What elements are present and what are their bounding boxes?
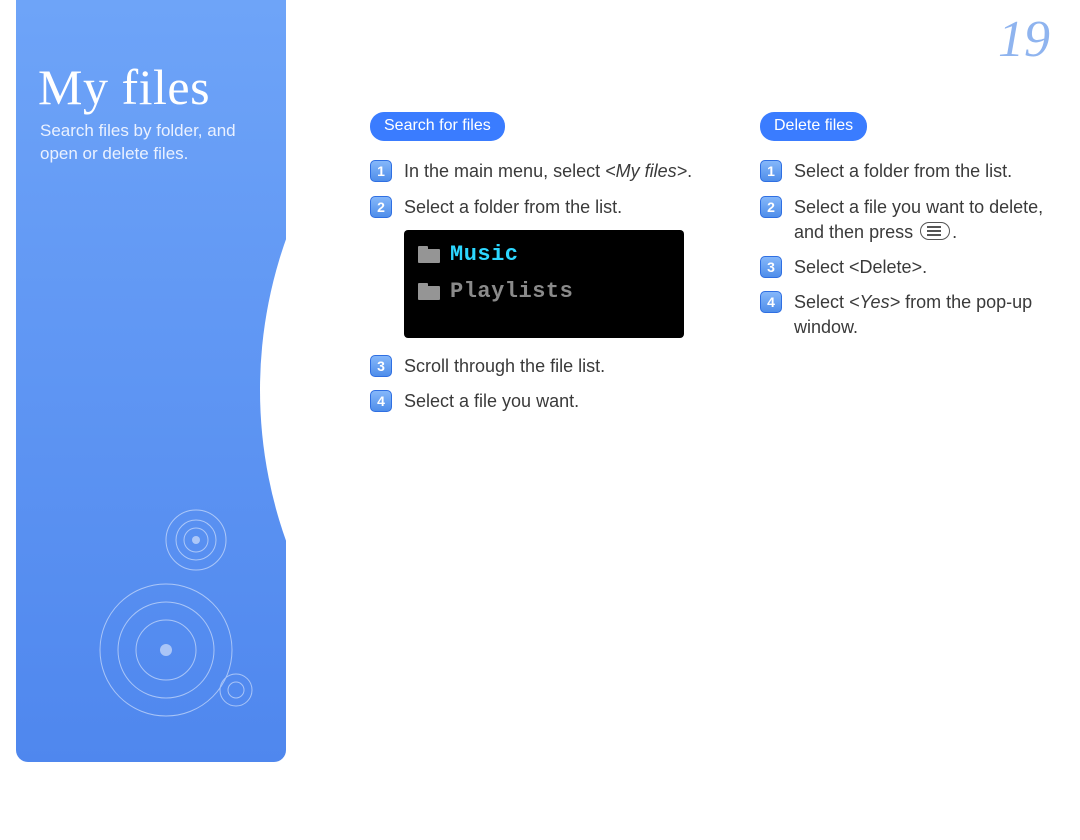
step-text: Select a file you want to delete, and th… xyxy=(794,197,1043,242)
step-number-icon: 4 xyxy=(760,291,782,313)
steps-list-search: 1 In the main menu, select <My files>. 2… xyxy=(370,159,730,219)
step-item: 2 Select a file you want to delete, and … xyxy=(760,195,1060,245)
folder-icon xyxy=(418,247,440,263)
step-item: 2 Select a folder from the list. xyxy=(370,195,730,220)
step-number-icon: 2 xyxy=(760,196,782,218)
step-text: Select a folder from the list. xyxy=(404,197,622,217)
device-list-item: Music xyxy=(418,240,670,271)
device-item-label: Playlists xyxy=(450,277,573,308)
step-number-icon: 1 xyxy=(370,160,392,182)
step-item: 4 Select a file you want. xyxy=(370,389,730,414)
page-number: 19 xyxy=(998,10,1050,69)
device-list-item: Playlists xyxy=(418,277,670,308)
section-delete-files: Delete files 1 Select a folder from the … xyxy=(760,112,1060,351)
step-number-icon: 2 xyxy=(370,196,392,218)
step-text: Select a file you want. xyxy=(404,391,579,411)
step-item: 3 Select <Delete>. xyxy=(760,255,1060,280)
step-text: Select a folder from the list. xyxy=(794,161,1012,181)
step-item: 1 In the main menu, select <My files>. xyxy=(370,159,730,184)
steps-list-delete: 1 Select a folder from the list. 2 Selec… xyxy=(760,159,1060,340)
step-item: 4 Select <Yes> from the pop-up window. xyxy=(760,290,1060,340)
step-text: Select <Yes> from the pop-up window. xyxy=(794,292,1032,337)
steps-list-search-cont: 3 Scroll through the file list. 4 Select… xyxy=(370,354,730,414)
section-search-files: Search for files 1 In the main menu, sel… xyxy=(370,112,730,424)
step-text: Select <Delete>. xyxy=(794,257,927,277)
step-item: 1 Select a folder from the list. xyxy=(760,159,1060,184)
step-number-icon: 3 xyxy=(370,355,392,377)
page-subtitle: Search files by folder, and open or dele… xyxy=(40,120,270,166)
device-screen-mock: Music Playlists xyxy=(404,230,684,338)
step-item: 3 Scroll through the file list. xyxy=(370,354,730,379)
section-heading-delete: Delete files xyxy=(760,112,867,141)
step-number-icon: 3 xyxy=(760,256,782,278)
step-number-icon: 4 xyxy=(370,390,392,412)
device-item-label: Music xyxy=(450,240,519,271)
menu-key-icon xyxy=(920,222,950,240)
step-number-icon: 1 xyxy=(760,160,782,182)
step-text: Scroll through the file list. xyxy=(404,356,605,376)
section-heading-search: Search for files xyxy=(370,112,505,141)
sidebar-panel: My files Search files by folder, and ope… xyxy=(16,0,286,762)
folder-icon xyxy=(418,284,440,300)
step-text: In the main menu, select <My files>. xyxy=(404,161,692,181)
page-title: My files xyxy=(38,58,210,116)
